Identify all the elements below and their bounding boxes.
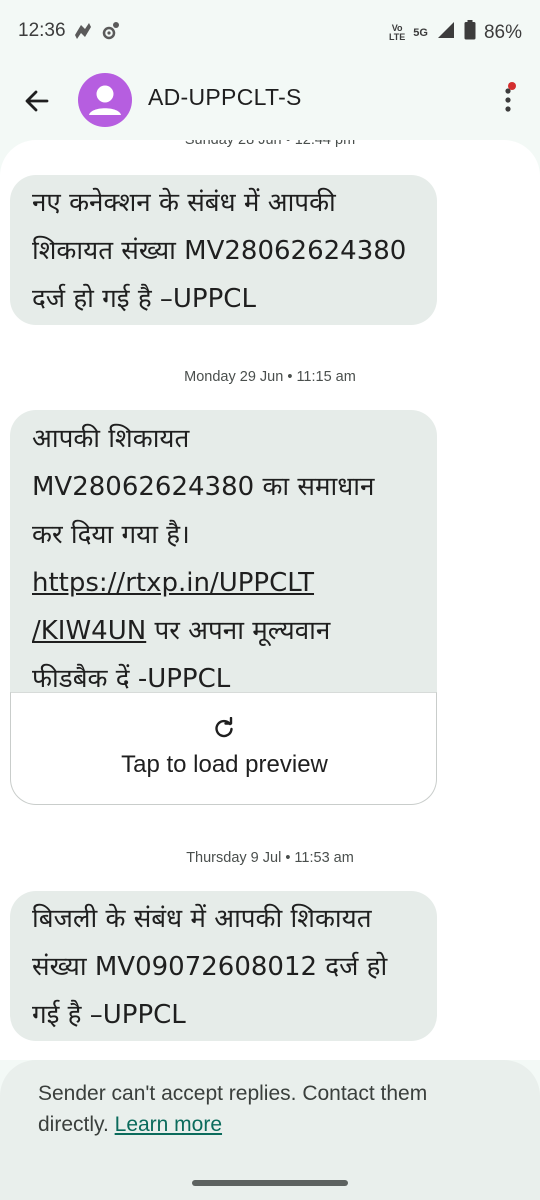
contact-name[interactable]: AD-UPPCLT-S	[148, 84, 302, 111]
message-line: आपकी शिकायत	[32, 424, 190, 454]
app-notification-icon	[72, 20, 94, 42]
status-time: 12:36	[18, 20, 66, 41]
message-bubble[interactable]: नए कनेक्शन के संबंध में आपकी शिकायत संख्…	[10, 175, 437, 325]
message-link[interactable]: https://rtxp.in/UPPCLT	[32, 568, 314, 598]
message-text: पर अपना मूल्यवान	[146, 616, 331, 646]
message-bubble[interactable]: आपकी शिकायत MV28062624380 का समाधान कर द…	[10, 410, 437, 700]
message-line: बिजली के संबंध में आपकी शिकायत	[32, 904, 372, 934]
message-line: शिकायत संख्या MV28062624380	[32, 236, 407, 266]
status-bar: 12:36 Vo LTE 5G 86%	[0, 0, 540, 62]
status-indicators: Vo LTE 5G 86%	[389, 20, 522, 45]
message-line: दर्ज हो गई है –UPPCL	[32, 284, 256, 314]
back-button[interactable]	[20, 84, 54, 118]
person-icon	[89, 85, 121, 115]
load-preview-label: Tap to load preview	[121, 751, 328, 778]
notification-dot	[508, 82, 516, 90]
reply-disabled-footer: Sender can't accept replies. Contact the…	[0, 1060, 540, 1200]
message-line: कर दिया गया है।	[32, 520, 190, 550]
footer-text: Sender can't accept replies. Contact the…	[38, 1082, 428, 1136]
home-indicator[interactable]	[192, 1180, 348, 1186]
message-line: MV28062624380 का समाधान	[32, 472, 375, 502]
signal-icon	[436, 20, 456, 45]
battery-icon	[464, 20, 476, 45]
message-link[interactable]: /KIW4UN	[32, 616, 146, 646]
back-arrow-icon	[25, 90, 49, 112]
app-bar: AD-UPPCLT-S	[0, 62, 540, 138]
network-type: 5G	[413, 26, 428, 39]
message-line: नए कनेक्शन के संबंध में आपकी	[32, 188, 336, 218]
link-preview-card[interactable]: Tap to load preview	[10, 692, 437, 805]
footer-notice: Sender can't accept replies. Contact the…	[38, 1078, 468, 1140]
message-line: संख्या MV09072608012 दर्ज हो	[32, 952, 388, 982]
volte-label: Vo LTE	[388, 22, 406, 42]
contact-avatar[interactable]	[78, 73, 132, 127]
message-line: गई है –UPPCL	[32, 1000, 186, 1030]
refresh-icon	[213, 716, 235, 739]
message-bubble[interactable]: बिजली के संबंध में आपकी शिकायत संख्या MV…	[10, 891, 437, 1041]
message-timestamp: Sunday 28 Jun • 12:44 pm	[184, 140, 356, 148]
settings-sync-icon	[100, 20, 122, 42]
conversation-thread[interactable]: Sunday 28 Jun • 12:44 pm नए कनेक्शन के स…	[0, 140, 540, 1060]
message-timestamp: Thursday 9 Jul • 11:53 am	[186, 850, 354, 866]
battery-percentage: 86%	[483, 21, 522, 43]
message-timestamp: Monday 29 Jun • 11:15 am	[184, 369, 356, 385]
learn-more-link[interactable]: Learn more	[115, 1113, 222, 1136]
